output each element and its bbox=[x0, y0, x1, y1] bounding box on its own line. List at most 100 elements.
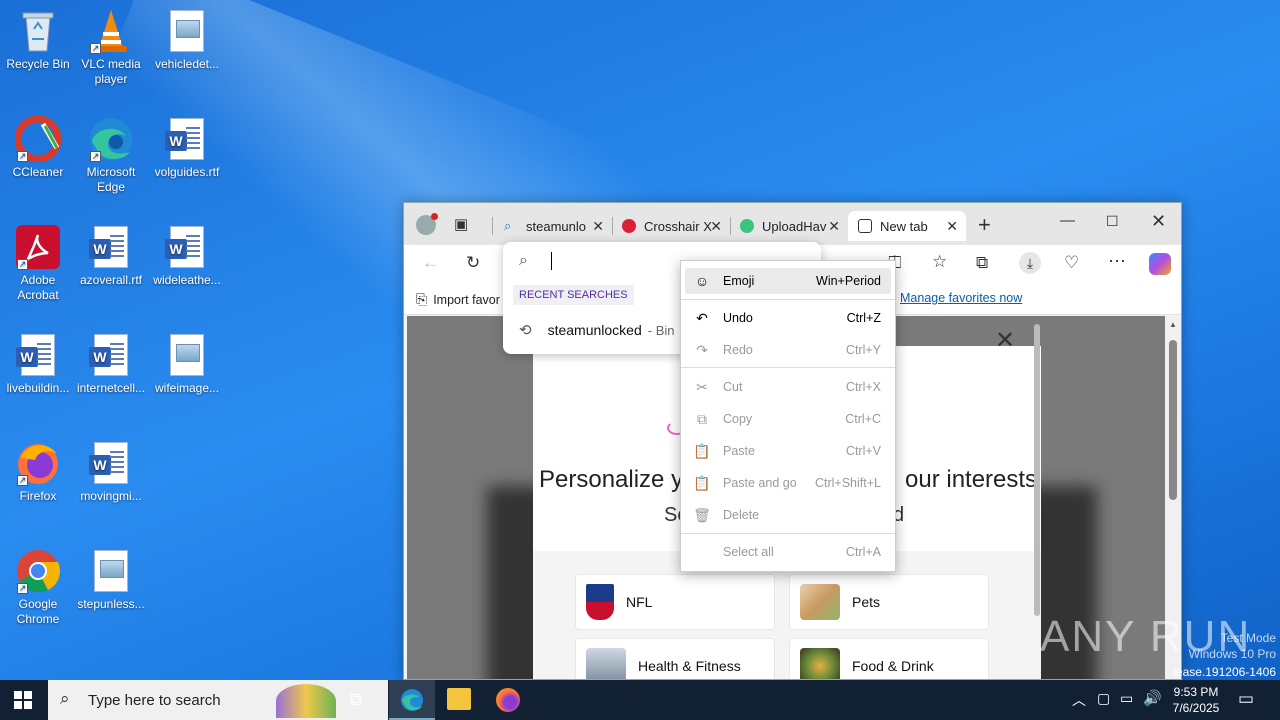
browser-essentials-icon[interactable]: ♡ bbox=[1064, 253, 1079, 273]
desktop-icon-chrome[interactable]: ↗ Google Chrome bbox=[0, 548, 76, 627]
menu-separator bbox=[681, 299, 895, 300]
interest-card-health-fitness[interactable]: Health & Fitness bbox=[575, 638, 775, 679]
tab-steamunlocked[interactable]: ⌕ steamunlo ✕ bbox=[494, 211, 612, 241]
desktop-icon-ccleaner[interactable]: ↗ CCleaner bbox=[0, 116, 76, 180]
scrollbar-thumb[interactable] bbox=[1169, 340, 1177, 500]
collections-icon[interactable]: ⧉ bbox=[976, 253, 988, 273]
redo-icon: ↷ bbox=[696, 341, 708, 358]
firefox-icon: ↗ bbox=[15, 440, 61, 486]
desktop-icon-edge[interactable]: ↗ Microsoft Edge bbox=[73, 116, 149, 195]
taskbar-edge[interactable] bbox=[389, 680, 435, 720]
desktop-icon-stepunless[interactable]: stepunless... bbox=[73, 548, 149, 612]
tab-title: UploadHav bbox=[762, 218, 827, 234]
menu-item-emoji[interactable]: ☺ Emoji Win+Period bbox=[685, 268, 891, 294]
acrobat-icon: ↗ bbox=[15, 224, 61, 270]
menu-item-label: Emoji bbox=[723, 274, 755, 288]
menu-item-redo[interactable]: ↷ Redo Ctrl+Y bbox=[685, 337, 891, 363]
uploadhaven-icon bbox=[740, 219, 754, 233]
nfl-logo-icon bbox=[586, 584, 614, 620]
close-tab-icon[interactable]: ✕ bbox=[592, 218, 604, 235]
start-button[interactable] bbox=[14, 691, 32, 712]
volume-icon[interactable]: 🔊 bbox=[1143, 689, 1162, 707]
manage-favorites-link[interactable]: Manage favorites now bbox=[900, 291, 1022, 305]
maximize-icon[interactable]: ☐ bbox=[1106, 213, 1119, 230]
food-thumbnail-icon bbox=[800, 648, 840, 679]
desktop-icon-azoverall[interactable]: azoverall.rtf bbox=[73, 224, 149, 288]
address-input-caret[interactable] bbox=[551, 252, 552, 270]
profile-avatar-icon[interactable] bbox=[416, 213, 438, 235]
more-menu-icon[interactable]: ⋯ bbox=[1108, 251, 1126, 272]
tab-new-tab[interactable]: New tab ✕ bbox=[848, 211, 966, 241]
menu-item-label: Paste and go bbox=[723, 476, 797, 490]
menu-item-label: Delete bbox=[723, 508, 760, 522]
delete-icon: 🗑 bbox=[693, 506, 711, 523]
refresh-icon[interactable]: ↻ bbox=[466, 253, 480, 273]
fitness-thumbnail-icon bbox=[586, 648, 626, 679]
tab-actions-icon[interactable]: ▣ bbox=[454, 215, 468, 233]
clock[interactable]: 9:53 PM 7/6/2025 bbox=[1166, 684, 1226, 716]
menu-item-undo[interactable]: ↶ Undo Ctrl+Z bbox=[685, 305, 891, 331]
dialog-heading-right: our interests bbox=[905, 466, 1038, 493]
back-icon[interactable]: ← bbox=[422, 253, 439, 273]
desktop-icon-label: azoverall.rtf bbox=[79, 273, 143, 287]
scroll-up-icon[interactable]: ▲ bbox=[1169, 320, 1177, 329]
menu-item-delete[interactable]: 🗑 Delete bbox=[685, 502, 891, 528]
menu-item-select-all[interactable]: Select all Ctrl+A bbox=[685, 539, 891, 565]
interest-card-pets[interactable]: Pets bbox=[789, 574, 989, 630]
close-tab-icon[interactable]: ✕ bbox=[710, 218, 722, 235]
copy-icon: ⧉ bbox=[697, 410, 707, 427]
file-explorer-icon[interactable] bbox=[447, 688, 471, 710]
tab-uploadhaven[interactable]: UploadHav ✕ bbox=[730, 211, 848, 241]
word-file-icon bbox=[88, 332, 134, 378]
firefox-icon[interactable] bbox=[496, 688, 520, 712]
menu-item-label: Undo bbox=[723, 311, 753, 325]
desktop-icon-livebuildin[interactable]: livebuildin... bbox=[0, 332, 76, 396]
desktop-icon-vlc[interactable]: ↗ VLC media player bbox=[73, 8, 149, 87]
action-center-icon[interactable]: ▭ bbox=[1238, 689, 1254, 709]
downloads-icon[interactable]: ⤓ bbox=[1019, 252, 1041, 274]
desktop-icon-wifeimage[interactable]: wifeimage... bbox=[149, 332, 225, 396]
interest-card-nfl[interactable]: NFL bbox=[575, 574, 775, 630]
menu-item-paste[interactable]: 📋 Paste Ctrl+V bbox=[685, 438, 891, 464]
network-icon[interactable]: ▭ bbox=[1120, 690, 1133, 707]
minimize-icon[interactable]: — bbox=[1060, 212, 1075, 229]
desktop-icon-volguides[interactable]: volguides.rtf bbox=[149, 116, 225, 180]
device-icon[interactable]: ▢ bbox=[1097, 690, 1110, 707]
desktop-icon-label: CCleaner bbox=[12, 165, 64, 179]
menu-item-paste-and-go[interactable]: 📋 Paste and go Ctrl+Shift+L bbox=[685, 470, 891, 496]
menu-item-copy[interactable]: ⧉ Copy Ctrl+C bbox=[685, 406, 891, 432]
desktop-icon-wideleathe[interactable]: wideleathe... bbox=[149, 224, 225, 288]
close-dialog-icon[interactable]: ✕ bbox=[995, 326, 1015, 355]
tab-strip: ▣ ⌕ steamunlo ✕ Crosshair X ✕ UploadHav … bbox=[404, 203, 1181, 245]
show-hidden-icons-icon[interactable]: ︿ bbox=[1072, 690, 1086, 710]
close-window-icon[interactable]: ✕ bbox=[1151, 211, 1166, 232]
interest-card-food-drink[interactable]: Food & Drink bbox=[789, 638, 989, 679]
tab-crosshair[interactable]: Crosshair X ✕ bbox=[612, 211, 730, 241]
close-tab-icon[interactable]: ✕ bbox=[946, 218, 958, 235]
chrome-icon: ↗ bbox=[15, 548, 61, 594]
desktop-icon-label: wifeimage... bbox=[154, 381, 220, 395]
menu-item-cut[interactable]: ✂ Cut Ctrl+X bbox=[685, 374, 891, 400]
copilot-icon[interactable] bbox=[1149, 253, 1171, 275]
desktop-icon-recycle-bin[interactable]: Recycle Bin bbox=[0, 8, 76, 72]
close-tab-icon[interactable]: ✕ bbox=[828, 218, 840, 235]
import-favorites-button[interactable]: ⎘ Import favor bbox=[416, 291, 500, 308]
desktop-icon-vehicledet[interactable]: vehicledet... bbox=[149, 8, 225, 72]
desktop-icon-movingmi[interactable]: movingmi... bbox=[73, 440, 149, 504]
dialog-scrollbar[interactable] bbox=[1034, 324, 1040, 616]
task-view-icon[interactable]: ⧉ bbox=[350, 690, 362, 710]
emoji-icon: ☺ bbox=[694, 273, 710, 289]
favorites-star-icon[interactable]: ☆ bbox=[932, 252, 947, 272]
clock-date: 7/6/2025 bbox=[1172, 701, 1220, 715]
edge-icon: ↗ bbox=[88, 116, 134, 162]
watermark-line2: Windows 10 Pro bbox=[1188, 647, 1276, 661]
taskbar-search-box[interactable]: ⌕ Type here to search bbox=[48, 680, 388, 720]
new-tab-plus-icon[interactable]: + bbox=[978, 212, 991, 238]
desktop-icon-internetcell[interactable]: internetcell... bbox=[73, 332, 149, 396]
word-file-icon bbox=[164, 116, 210, 162]
desktop-icon-acrobat[interactable]: ↗ Adobe Acrobat bbox=[0, 224, 76, 303]
desktop-icon-firefox[interactable]: ↗ Firefox bbox=[0, 440, 76, 504]
taskbar: ⌕ Type here to search ⧉ ︿ ▢ ▭ 🔊 9:53 PM … bbox=[0, 680, 1280, 720]
menu-separator bbox=[681, 533, 895, 534]
paste-icon: 📋 bbox=[693, 442, 711, 459]
